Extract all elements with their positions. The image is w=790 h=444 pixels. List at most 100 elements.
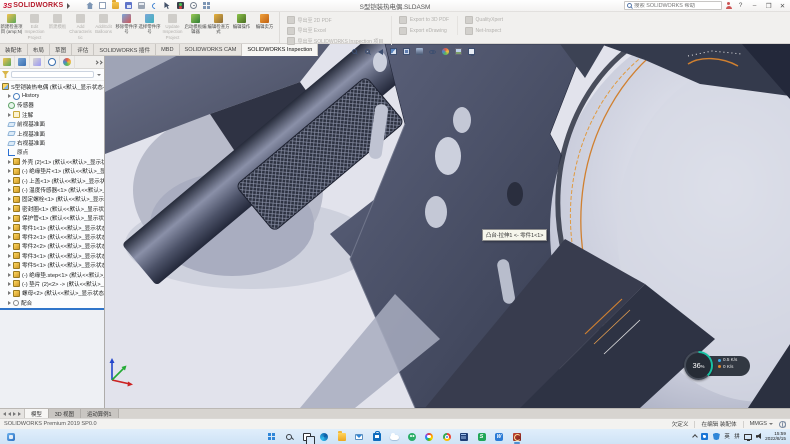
expand-arrow-icon[interactable] (8, 188, 11, 192)
restore-button[interactable]: ❐ (763, 1, 774, 11)
taskbar-icon[interactable] (336, 431, 347, 442)
expand-arrow-icon[interactable] (8, 235, 11, 239)
quick-access-icon[interactable] (176, 1, 185, 10)
tree-item[interactable]: 右视基准面 (0, 138, 104, 147)
tree-item[interactable]: S型铠装热电偶 (默认<默认_显示状态-1 (0, 82, 104, 91)
taskbar-icon[interactable] (494, 431, 505, 442)
taskbar-icon[interactable] (511, 431, 522, 442)
model-hole-dark[interactable] (507, 182, 523, 206)
tree-item[interactable]: 零件1<1> (默认<<默认>_显示状态 (0, 223, 104, 232)
app-menu[interactable]: 3S SOLIDWORKS (0, 0, 73, 11)
ribbon-button[interactable]: 移除零件序号 (115, 12, 138, 43)
command-tab[interactable]: MBD (156, 44, 179, 56)
expand-arrow-icon[interactable] (8, 179, 11, 183)
tree-item[interactable]: 零件2<2> (默认<<默认>_显示状态 (0, 242, 104, 251)
expand-arrow-icon[interactable] (8, 160, 11, 164)
command-tab[interactable]: SOLIDWORKS 插件 (94, 44, 156, 56)
help-search-box[interactable] (624, 1, 722, 10)
tree-item[interactable]: 零件2<1> (默认<<默认>_显示状态 (0, 232, 104, 241)
taskbar-icon[interactable] (319, 431, 330, 442)
export-item[interactable]: Export to 3D PDF (399, 16, 449, 24)
command-tab[interactable]: 草图 (50, 44, 72, 56)
view-tab[interactable]: 3D 视图 (49, 409, 81, 418)
expand-arrow-icon[interactable] (8, 282, 11, 286)
command-tab[interactable]: SOLIDWORKS CAM (180, 44, 243, 56)
expand-arrow-icon[interactable] (8, 113, 11, 117)
ime-indicator[interactable]: 拼 (734, 432, 739, 440)
tree-item[interactable]: 上视基准面 (0, 129, 104, 138)
taskbar-icon[interactable] (354, 431, 365, 442)
expand-arrow-icon[interactable] (8, 244, 11, 248)
quick-access-icon[interactable] (137, 1, 146, 10)
tree-item[interactable]: 保护管<1> (默认<<默认>_显示状态 (0, 213, 104, 222)
command-tab[interactable]: SOLIDWORKS Inspection (242, 44, 318, 56)
tree-item[interactable]: (-) 绝缘垫.step<1> (默认<<默认>_ (0, 270, 104, 279)
tree-item[interactable]: History (0, 91, 104, 100)
panel-tab[interactable] (30, 56, 45, 69)
expand-arrow-icon[interactable] (8, 216, 11, 220)
taskbar-widgets-icon[interactable] (5, 431, 16, 442)
tree-item[interactable]: (-) 上盖<1> (默认<<默认>_显示状态 (0, 176, 104, 185)
export-item[interactable]: QualityXpert (465, 16, 503, 24)
taskbar-icon[interactable] (284, 431, 295, 442)
ribbon-button[interactable]: Edit Inspection Project (23, 12, 46, 43)
speed-ball-overlay[interactable]: 36% 0.5 K/s 0 K/s (684, 351, 754, 381)
headsup-icon[interactable] (363, 47, 372, 56)
headsup-icon[interactable] (467, 47, 476, 56)
help-button[interactable]: ? (735, 1, 746, 11)
filter-dropdown-icon[interactable] (97, 74, 101, 76)
taskbar-clock[interactable]: 15:59 2022/8/15 (765, 431, 786, 443)
headsup-icon[interactable] (350, 47, 359, 56)
ribbon-button[interactable]: Add/Edit Balloons (92, 12, 115, 43)
taskbar-icon[interactable] (389, 431, 400, 442)
model-bore-3[interactable] (453, 107, 471, 133)
panel-tabs-overflow[interactable] (95, 61, 104, 64)
speed-ball-percent-ring[interactable]: 36% (684, 351, 713, 380)
panel-tab[interactable] (15, 56, 30, 69)
tree-filter-box[interactable] (11, 71, 94, 78)
ribbon-button[interactable]: 新建模板 (46, 12, 69, 43)
panel-tab[interactable] (0, 56, 15, 69)
tray-volume-icon[interactable] (757, 433, 761, 439)
tree-item[interactable]: (-) 温度传感器<1> (默认<<默认>_显 (0, 185, 104, 194)
model-bore-2[interactable] (425, 196, 447, 228)
tree-item[interactable]: 固定螺栓<1> (默认<<默认>_显示状 (0, 195, 104, 204)
view-tab[interactable]: 运动算例1 (81, 409, 119, 418)
taskbar-icon[interactable] (476, 431, 487, 442)
tree-item[interactable]: 螺母<2> (默认<<默认>_显示状态 (0, 289, 104, 298)
expand-arrow-icon[interactable] (8, 273, 11, 277)
globe-icon[interactable] (779, 421, 786, 428)
tree-item[interactable]: 注解 (0, 110, 104, 119)
ribbon-button[interactable]: Update Inspection Project (161, 12, 184, 43)
model-bore-1[interactable] (435, 137, 461, 175)
command-tab[interactable]: 布局 (28, 44, 50, 56)
scroll-first-icon[interactable] (3, 412, 6, 416)
taskbar-icon[interactable] (441, 431, 452, 442)
tree-item[interactable]: 零件5<1> (默认<<默认>_显示状态 (0, 260, 104, 269)
headsup-icon[interactable] (402, 47, 411, 56)
ribbon-button[interactable]: 编辑卖方 (253, 12, 276, 43)
taskbar-icon[interactable] (459, 431, 470, 442)
taskbar-icon[interactable] (301, 431, 312, 442)
panel-tab[interactable] (60, 56, 75, 69)
command-tab[interactable]: 评估 (72, 44, 94, 56)
scroll-last-icon[interactable] (18, 412, 21, 416)
tray-onedrive-icon[interactable] (701, 433, 708, 440)
export-item[interactable]: Export eDrawing (399, 27, 449, 35)
taskbar-icon[interactable] (406, 431, 417, 442)
ribbon-button[interactable]: 编辑检查方式 (207, 12, 230, 43)
search-input[interactable] (634, 3, 719, 9)
quick-access-icon[interactable] (98, 1, 107, 10)
quick-access-icon[interactable] (202, 1, 211, 10)
language-indicator[interactable]: 英 (724, 432, 729, 440)
expand-arrow-icon[interactable] (8, 263, 11, 267)
tray-chevron-up-icon[interactable] (692, 435, 698, 441)
tree-item[interactable]: 原点 (0, 148, 104, 157)
quick-access-icon[interactable] (111, 1, 120, 10)
export-item[interactable]: 导出至 2D PDF (287, 16, 383, 24)
expand-arrow-icon[interactable] (8, 207, 11, 211)
quick-access-icon[interactable] (189, 1, 198, 10)
tree-filter-input[interactable] (12, 72, 93, 77)
tree-item[interactable]: (-) 绝缘垫片<1> (默认<<默认>_显示 (0, 167, 104, 176)
export-item[interactable]: 导出至 SOLIDWORKS Inspection 项目 (287, 37, 383, 45)
